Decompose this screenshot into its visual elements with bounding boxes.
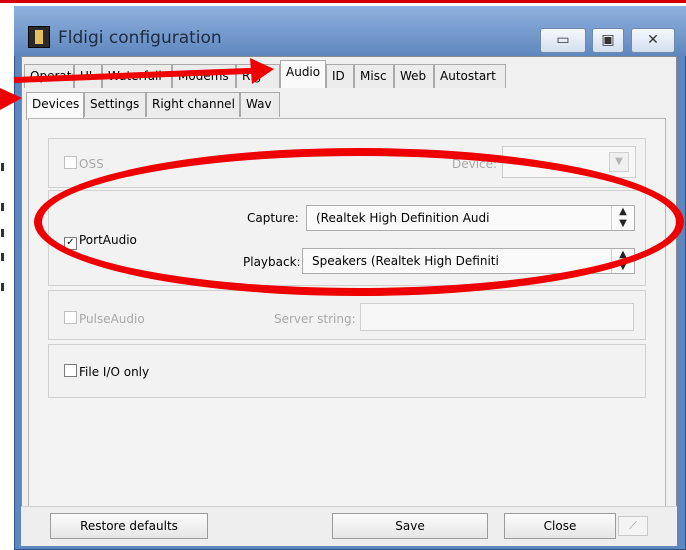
tab-web[interactable]: Web (394, 64, 434, 88)
minimize-button[interactable]: ▭ (540, 28, 586, 53)
arrow-head-icon (0, 88, 22, 110)
oss-check-box[interactable] (64, 156, 77, 169)
fileio-checkbox[interactable]: File I/O only (64, 364, 149, 379)
fileio-label: File I/O only (79, 365, 150, 379)
tab-autostart[interactable]: Autostart (434, 64, 506, 88)
tab-audio[interactable]: Audio (280, 60, 326, 88)
oss-checkbox[interactable]: OSS (64, 156, 104, 171)
app-icon (28, 26, 50, 48)
chevron-down-icon: ▼ (609, 152, 629, 172)
pulseaudio-label: PulseAudio (79, 312, 145, 326)
oss-label: OSS (79, 157, 104, 171)
restore-defaults-button[interactable]: Restore defaults (50, 513, 208, 539)
maximize-button[interactable]: ▣ (592, 28, 624, 53)
screen-top-edge (0, 0, 686, 3)
save-button[interactable]: Save (332, 513, 488, 539)
tab-devices[interactable]: Devices (26, 92, 84, 120)
server-string-label: Server string: (274, 312, 356, 326)
close-window-button[interactable]: ✕ (631, 28, 675, 53)
maximize-icon: ▣ (601, 32, 615, 48)
tab-right-channel[interactable]: Right channel (146, 92, 240, 117)
window-title: Fldigi configuration (58, 28, 222, 48)
close-icon: ✕ (647, 32, 659, 48)
annotation-ellipse (34, 148, 684, 296)
resize-grip-icon[interactable]: ⟋ (618, 516, 648, 536)
fileio-check-box[interactable] (64, 364, 77, 377)
annotation-arrow-head (250, 58, 274, 84)
pulseaudio-check-box[interactable] (64, 311, 77, 324)
server-string-input[interactable] (360, 303, 634, 331)
tab-settings[interactable]: Settings (84, 92, 146, 117)
close-button[interactable]: Close (504, 513, 616, 539)
tab-misc[interactable]: Misc (354, 64, 394, 88)
pulseaudio-checkbox[interactable]: PulseAudio (64, 311, 145, 326)
tab-id[interactable]: ID (326, 64, 354, 88)
arrow-head-icon (250, 58, 274, 84)
minimize-icon: ▭ (556, 32, 570, 48)
tab-wav[interactable]: Wav (240, 92, 280, 117)
annotation-arrow-head-left (0, 88, 22, 110)
